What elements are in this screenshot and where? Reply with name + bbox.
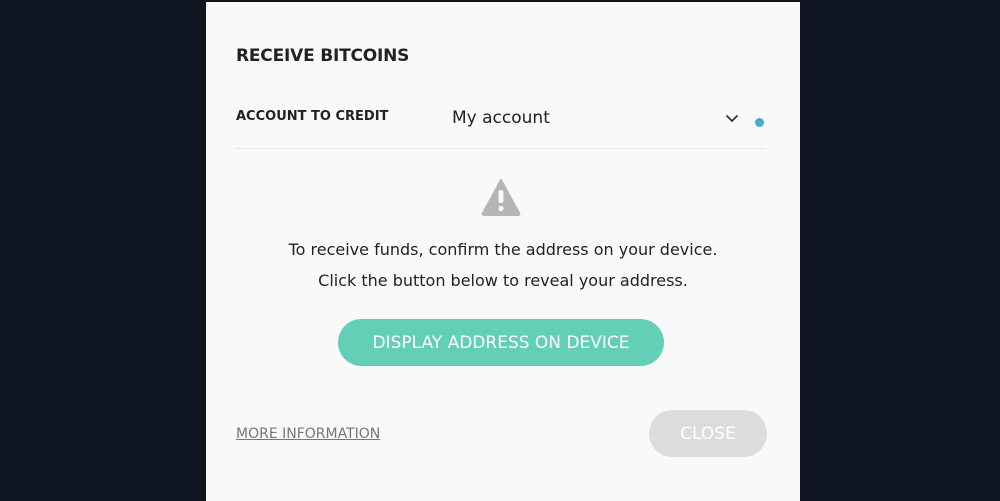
chevron-down-icon bbox=[726, 115, 738, 122]
account-row: ACCOUNT TO CREDIT My account bbox=[236, 102, 766, 149]
confirm-address-message: To receive funds, confirm the address on… bbox=[206, 234, 800, 296]
account-sync-status-dot bbox=[755, 118, 764, 127]
account-selected-value: My account bbox=[452, 108, 550, 128]
warning-triangle-icon bbox=[481, 179, 521, 216]
display-address-button[interactable]: DISPLAY ADDRESS ON DEVICE bbox=[338, 319, 664, 366]
message-line-1: To receive funds, confirm the address on… bbox=[288, 240, 718, 259]
account-label: ACCOUNT TO CREDIT bbox=[236, 109, 389, 124]
modal-title: RECEIVE BITCOINS bbox=[236, 46, 410, 66]
receive-modal: RECEIVE BITCOINS ACCOUNT TO CREDIT My ac… bbox=[206, 2, 800, 501]
account-select[interactable]: My account bbox=[452, 102, 766, 136]
message-line-2: Click the button below to reveal your ad… bbox=[318, 271, 688, 290]
close-button[interactable]: CLOSE bbox=[649, 410, 767, 457]
more-information-link[interactable]: MORE INFORMATION bbox=[236, 426, 380, 442]
